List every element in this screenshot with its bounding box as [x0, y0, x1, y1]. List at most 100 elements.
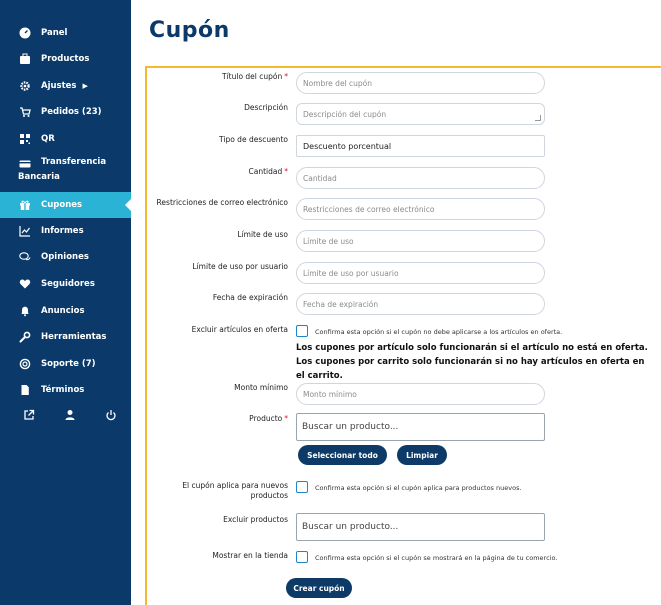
- dashboard-icon: [18, 26, 32, 40]
- sidebar-item-seguidores[interactable]: Seguidores: [0, 271, 131, 297]
- usage-limit-per-user-input[interactable]: Límite de uso por usuario: [296, 262, 545, 284]
- exclude-sale-checkbox-text: Confirma esta opción si el cupón no debe…: [315, 328, 563, 336]
- sidebar-item-label: Anuncios: [41, 306, 85, 316]
- product-search-placeholder: Buscar un producto...: [302, 422, 399, 432]
- minimum-amount-input[interactable]: Monto mínimo: [296, 383, 545, 405]
- chevron-right-icon: ▶: [82, 82, 88, 90]
- new-products-checkbox[interactable]: [296, 481, 308, 493]
- exclude-sale-checkbox[interactable]: [296, 325, 308, 337]
- exclude-sale-label: Excluir artículos en oferta: [191, 325, 288, 334]
- amount-placeholder: Cantidad: [303, 173, 337, 183]
- title-placeholder: Nombre del cupón: [303, 78, 373, 88]
- sale-notice: Los cupones por artículo solo funcionará…: [296, 343, 648, 381]
- title-label: Título del cupón *: [222, 72, 288, 81]
- exclude-products-search-input[interactable]: Buscar un producto...: [296, 513, 545, 541]
- usage-limit-placeholder: Límite de uso: [303, 236, 354, 246]
- sidebar-bottom-icons: [0, 408, 131, 428]
- sidebar-item-qr[interactable]: QR: [0, 126, 131, 152]
- sidebar-item-transferencia[interactable]: Transferencia Bancaria: [0, 153, 131, 187]
- select-all-button[interactable]: Seleccionar todo: [298, 445, 387, 465]
- sidebar-item-opiniones[interactable]: Opiniones: [0, 244, 131, 270]
- gift-icon: [18, 198, 32, 212]
- sidebar-item-terminos[interactable]: Términos: [0, 377, 131, 403]
- user-icon[interactable]: [63, 408, 77, 422]
- lifebuoy-icon: [18, 357, 32, 371]
- amount-label: Cantidad *: [248, 167, 288, 176]
- show-in-store-checkbox[interactable]: [296, 551, 308, 563]
- sidebar-item-label: Informes: [41, 226, 84, 236]
- usage-limit-per-user-placeholder: Límite de uso por usuario: [303, 268, 399, 278]
- cart-icon: [18, 105, 32, 119]
- exclude-products-placeholder: Buscar un producto...: [302, 522, 399, 532]
- usage-limit-input[interactable]: Límite de uso: [296, 230, 545, 252]
- sidebar-item-ajustes[interactable]: Ajustes ▶: [0, 73, 131, 99]
- product-label: Producto *: [249, 414, 288, 423]
- amount-input[interactable]: Cantidad: [296, 167, 545, 189]
- email-restrictions-label: Restricciones de correo electrónico: [156, 198, 288, 207]
- show-in-store-label: Mostrar en la tienda: [212, 551, 288, 560]
- sidebar-item-label: Seguidores: [41, 279, 95, 289]
- comments-icon: [18, 250, 32, 264]
- sidebar-item-herramientas[interactable]: Herramientas: [0, 324, 131, 350]
- credit-card-icon: [18, 157, 32, 171]
- sidebar-item-panel[interactable]: Panel: [0, 20, 131, 46]
- sidebar-item-pedidos[interactable]: Pedidos (23): [0, 99, 131, 125]
- sidebar-item-label: Términos: [41, 385, 85, 395]
- sidebar-item-anuncios[interactable]: Anuncios: [0, 298, 131, 324]
- sidebar-item-label: Cupones: [41, 200, 83, 210]
- external-link-icon[interactable]: [22, 408, 36, 422]
- expiry-date-input[interactable]: Fecha de expiración: [296, 293, 545, 315]
- sidebar-item-label: Transferencia: [41, 157, 107, 167]
- description-textarea[interactable]: Descripción del cupón: [296, 103, 545, 125]
- sidebar-item-label: Opiniones: [41, 252, 89, 262]
- sidebar-item-informes[interactable]: Informes: [0, 218, 131, 244]
- new-products-label: El cupón aplica para nuevos productos: [182, 481, 288, 500]
- discount-type-label: Tipo de descuento: [219, 135, 288, 144]
- chart-line-icon: [18, 224, 32, 238]
- heart-icon: [18, 277, 32, 291]
- exclude-products-label: Excluir productos: [223, 515, 288, 524]
- clear-button[interactable]: Limpiar: [397, 445, 447, 465]
- app-root: Panel Productos Ajustes ▶ Pedidos (23) Q…: [0, 0, 661, 605]
- product-search-input[interactable]: Buscar un producto...: [296, 413, 545, 441]
- minimum-amount-placeholder: Monto mínimo: [303, 389, 357, 399]
- sidebar-item-label: Pedidos (23): [41, 107, 102, 117]
- sidebar-item-label-line2: Bancaria: [18, 172, 60, 182]
- sidebar-item-label: Productos: [41, 54, 90, 64]
- briefcase-icon: [18, 52, 32, 66]
- qr-icon: [18, 132, 32, 146]
- discount-type-select[interactable]: Descuento porcentual: [296, 135, 545, 157]
- bell-icon: [18, 304, 32, 318]
- email-restrictions-placeholder: Restricciones de correo electrónico: [303, 204, 435, 214]
- sidebar-item-productos[interactable]: Productos: [0, 46, 131, 72]
- expiry-date-label: Fecha de expiración: [212, 293, 288, 302]
- required-mark: *: [284, 167, 288, 176]
- title-input[interactable]: Nombre del cupón: [296, 72, 545, 94]
- sidebar-item-label: QR: [41, 134, 55, 144]
- required-mark: *: [284, 414, 288, 423]
- email-restrictions-input[interactable]: Restricciones de correo electrónico: [296, 198, 545, 220]
- new-products-checkbox-text: Confirma esta opción si el cupón aplica …: [315, 484, 522, 492]
- sidebar-item-label: Soporte (7): [41, 359, 96, 369]
- page-title: Cupón: [149, 18, 230, 43]
- power-icon[interactable]: [104, 408, 118, 422]
- wrench-icon: [18, 330, 32, 344]
- sidebar-item-soporte[interactable]: Soporte (7): [0, 351, 131, 377]
- description-placeholder: Descripción del cupón: [303, 109, 387, 119]
- usage-limit-label: Límite de uso: [237, 230, 288, 239]
- sidebar-item-label: Ajustes: [41, 81, 77, 91]
- create-coupon-button[interactable]: Crear cupón: [286, 578, 352, 598]
- document-icon: [18, 383, 32, 397]
- sidebar: Panel Productos Ajustes ▶ Pedidos (23) Q…: [0, 0, 132, 605]
- expiry-date-placeholder: Fecha de expiración: [303, 299, 379, 309]
- show-in-store-checkbox-text: Confirma esta opción si el cupón se most…: [315, 554, 558, 562]
- gear-icon: [18, 79, 32, 93]
- discount-type-value: Descuento porcentual: [303, 141, 392, 151]
- minimum-amount-label: Monto mínimo: [234, 383, 288, 392]
- sidebar-item-cupones[interactable]: Cupones: [0, 192, 132, 218]
- sidebar-item-label: Herramientas: [41, 332, 107, 342]
- description-label: Descripción: [244, 103, 288, 112]
- usage-limit-per-user-label: Límite de uso por usuario: [192, 262, 288, 271]
- sidebar-item-label: Panel: [41, 28, 68, 38]
- required-mark: *: [284, 72, 288, 81]
